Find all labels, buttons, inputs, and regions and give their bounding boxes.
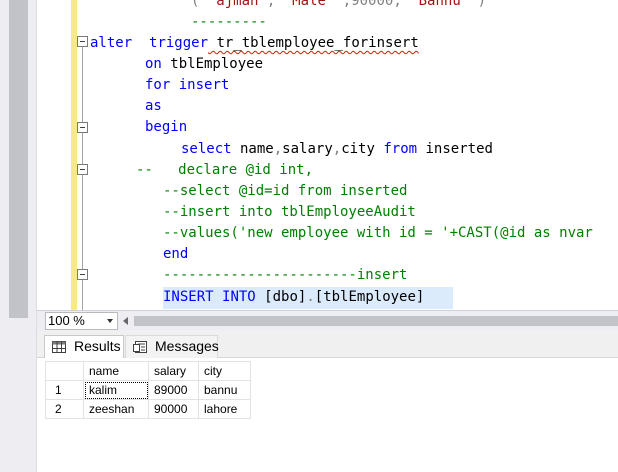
code-line-insert-into[interactable]: INSERT INTO [dbo].[tblEmployee] — [163, 287, 424, 308]
code-line-select[interactable]: select name,salary,city from inserted — [181, 139, 493, 160]
code-line-select-comment[interactable]: --select @id=id from inserted — [163, 181, 407, 202]
grid-cell[interactable]: lahore — [198, 399, 251, 419]
vertical-scrollbar-thumb[interactable] — [9, 0, 28, 318]
code-line-insert-comment[interactable]: --insert into tblEmployeeAudit — [163, 202, 416, 223]
code-token: name — [231, 141, 274, 157]
code-line-insert-separator[interactable]: -----------------------insert — [163, 265, 407, 286]
code-line-begin[interactable]: begin — [145, 117, 187, 138]
code-token: salary — [282, 141, 333, 157]
code-token: -----------------------insert — [163, 267, 408, 283]
grid-header-row: name salary city — [45, 361, 251, 381]
code-token: 'ajman' — [207, 0, 267, 9]
code-token: 'Male' — [283, 0, 335, 9]
code-token: trigger — [149, 35, 209, 51]
code-token: alter — [90, 35, 133, 51]
code-token: tblEmployee — [161, 56, 264, 72]
row-number[interactable]: 2 — [45, 399, 84, 419]
zoom-dropdown[interactable]: 100 % — [45, 312, 118, 330]
tab-results-label: Results — [74, 338, 121, 354]
code-token: , — [273, 141, 283, 157]
grid-icon — [52, 341, 66, 353]
code-token: , — [332, 141, 342, 157]
code-token: , — [266, 0, 284, 9]
code-token: as — [145, 98, 162, 114]
code-line-for-insert[interactable]: for insert — [145, 75, 229, 96]
results-pane: Results Messages name salary city 1 kali… — [37, 330, 618, 472]
code-token: -- declare @id int, — [136, 162, 314, 178]
code-token: --values('new employee with id = '+CAST(… — [163, 225, 593, 241]
editor-status-bar: 100 % — [37, 310, 618, 330]
code-line-on[interactable]: on tblEmployee — [145, 54, 263, 75]
tab-messages-label: Messages — [155, 338, 219, 354]
results-tab-strip: Results Messages — [37, 330, 618, 358]
code-token: city — [341, 141, 384, 157]
code-token: begin — [145, 119, 188, 135]
code-token: on — [145, 56, 162, 72]
code-line-separator[interactable]: --------- — [191, 12, 267, 33]
zoom-value: 100 % — [48, 313, 85, 328]
code-token: from — [383, 141, 418, 157]
code-token: --------- — [191, 14, 267, 30]
code-token: INTO — [222, 289, 256, 305]
chevron-down-icon[interactable] — [107, 319, 113, 323]
column-header-city[interactable]: city — [198, 361, 251, 381]
collapse-begin-icon[interactable] — [77, 122, 88, 133]
grid-cell[interactable]: kalim — [83, 380, 149, 400]
horizontal-scrollbar[interactable] — [123, 313, 618, 329]
grid-cell[interactable]: zeeshan — [83, 399, 149, 419]
code-token: tr_tblemployee_forinsert — [208, 35, 419, 51]
column-header-name[interactable]: name — [83, 361, 149, 381]
grid-cell[interactable]: bannu — [198, 380, 251, 400]
tab-results[interactable]: Results — [44, 335, 124, 358]
code-token: --select @id=id from inserted — [163, 183, 408, 199]
tab-messages[interactable]: Messages — [125, 335, 219, 358]
code-token: --insert into tblEmployeeAudit — [163, 204, 416, 220]
code-token: inserted — [417, 141, 493, 157]
collapse-insert-comment-icon[interactable] — [77, 269, 88, 280]
collapse-alter-icon[interactable] — [77, 36, 88, 47]
code-token: ,90000, — [334, 0, 411, 9]
messages-icon — [133, 341, 147, 353]
code-line-alter-trigger[interactable]: alter trigger tr_tblemployee_forinsert — [90, 33, 419, 54]
code-token: ( — [191, 0, 208, 9]
collapse-comment-icon[interactable] — [77, 164, 88, 175]
vertical-scrollbar[interactable] — [0, 0, 37, 472]
code-token: insert — [178, 77, 230, 93]
code-token: [dbo] — [264, 289, 307, 305]
code-token: select — [181, 141, 232, 157]
code-token: INSERT — [163, 289, 214, 305]
column-header-salary[interactable]: salary — [148, 361, 199, 381]
code-token: ) — [469, 0, 487, 9]
code-token: . — [306, 289, 315, 305]
code-line-values[interactable]: ( 'ajman', 'Male' ,90000, 'Bannu' ) — [191, 0, 486, 12]
scroll-left-icon[interactable] — [123, 317, 128, 325]
table-row[interactable]: 2 zeeshan 90000 lahore — [45, 399, 251, 419]
table-row[interactable]: 1 kalim 89000 bannu — [45, 380, 251, 400]
results-grid[interactable]: name salary city 1 kalim 89000 bannu 2 z… — [45, 361, 251, 419]
grid-cell[interactable]: 89000 — [148, 380, 199, 400]
code-line-end[interactable]: end — [163, 244, 188, 265]
grid-cell[interactable]: 90000 — [148, 399, 199, 419]
code-line-values-comment[interactable]: --values('new employee with id = '+CAST(… — [163, 223, 593, 244]
horizontal-scrollbar-thumb[interactable] — [134, 316, 618, 326]
row-number[interactable]: 1 — [45, 380, 84, 400]
code-token: end — [163, 246, 189, 262]
code-line-as[interactable]: as — [145, 96, 162, 117]
code-line-declare-comment[interactable]: -- declare @id int, — [136, 160, 313, 181]
query-editor[interactable]: ( 'ajman', 'Male' ,90000, 'Bannu' ) ----… — [37, 0, 618, 310]
code-token: 'Bannu' — [410, 0, 470, 9]
code-token: for — [145, 77, 171, 93]
code-token: [tblEmployee] — [314, 289, 425, 305]
row-header-corner[interactable] — [45, 361, 84, 381]
